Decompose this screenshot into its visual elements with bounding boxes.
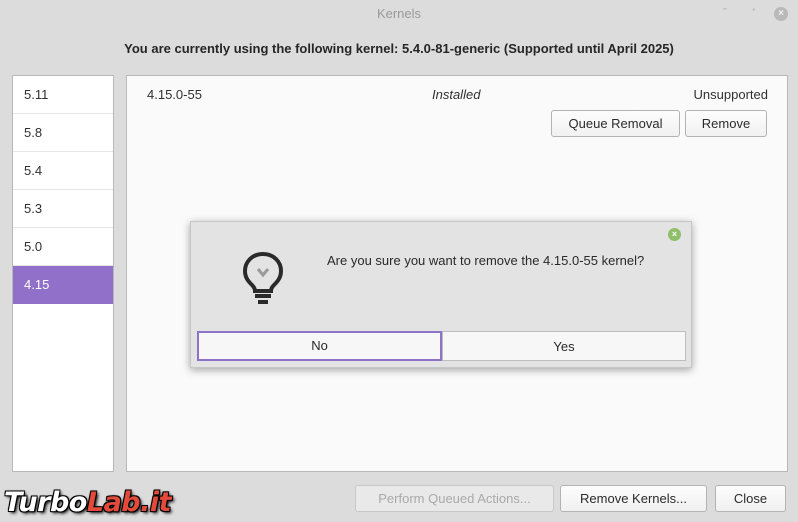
watermark-part1: Turbo [4, 487, 87, 518]
kernel-version: 4.15.0-55 [147, 87, 202, 102]
sidebar-item-5-11[interactable]: 5.11 [13, 76, 113, 114]
kernel-series-list: 5.11 5.8 5.4 5.3 5.0 4.15 [12, 75, 114, 472]
current-kernel-label: You are currently using the following ke… [124, 41, 674, 56]
sidebar-item-5-4[interactable]: 5.4 [13, 152, 113, 190]
kernel-support-status: Unsupported [693, 87, 768, 102]
yes-button[interactable]: Yes [442, 331, 686, 361]
sidebar-item-5-3[interactable]: 5.3 [13, 190, 113, 228]
confirm-remove-dialog: × Are you sure you want to remove the 4.… [190, 221, 692, 368]
no-button[interactable]: No [197, 331, 442, 361]
minimize-button[interactable]: ˇ [716, 4, 734, 22]
title-bar: Kernels ˇ ˚ × [0, 0, 798, 28]
dialog-close-button[interactable]: × [668, 228, 681, 241]
window-title: Kernels [376, 6, 422, 21]
maximize-button[interactable]: ˚ [745, 4, 763, 22]
window-close-button[interactable]: × [772, 4, 790, 22]
watermark-part2: Lab.it [86, 487, 172, 518]
remove-kernels-button[interactable]: Remove Kernels... [560, 485, 707, 512]
kernel-state: Installed [432, 87, 481, 102]
perform-queued-actions-button[interactable]: Perform Queued Actions... [355, 485, 554, 512]
close-icon: × [774, 7, 788, 21]
queue-removal-button[interactable]: Queue Removal [551, 110, 680, 137]
sidebar-item-5-8[interactable]: 5.8 [13, 114, 113, 152]
lightbulb-icon [242, 251, 284, 304]
close-button[interactable]: Close [715, 485, 786, 512]
sidebar-item-4-15[interactable]: 4.15 [13, 266, 113, 304]
sidebar-item-5-0[interactable]: 5.0 [13, 228, 113, 266]
dialog-question: Are you sure you want to remove the 4.15… [327, 253, 645, 268]
turbolab-watermark: TurboLab.it [4, 487, 172, 518]
remove-button[interactable]: Remove [685, 110, 767, 137]
